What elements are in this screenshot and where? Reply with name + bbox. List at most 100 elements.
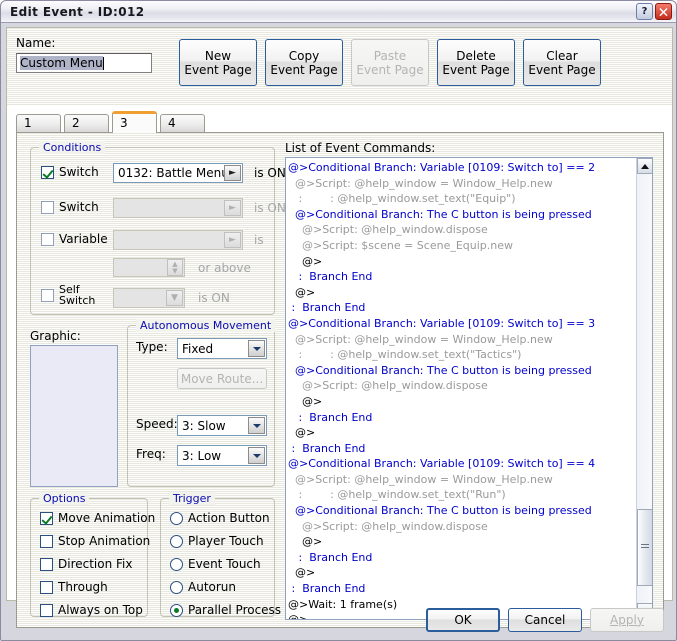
condition-variable-checkbox[interactable] xyxy=(41,232,54,246)
event-command-line[interactable]: @>Script: @help_window = Window_Help.new xyxy=(288,472,635,488)
option-direction-fix-checkbox[interactable] xyxy=(40,557,53,571)
event-command-line[interactable]: @>Conditional Branch: The C button is be… xyxy=(288,503,635,519)
event-command-line[interactable]: @> xyxy=(288,394,635,410)
event-command-line[interactable]: @>Conditional Branch: The C button is be… xyxy=(288,207,635,223)
ok-button[interactable]: OK xyxy=(426,607,500,632)
event-command-line[interactable]: @>Script: @help_window.dispose xyxy=(288,519,635,535)
event-command-line[interactable]: @> xyxy=(288,425,635,441)
copy-event-page-line2: Event Page xyxy=(270,62,338,77)
trigger-player-touch-radio[interactable] xyxy=(170,534,183,548)
option-stop-animation-checkbox[interactable] xyxy=(40,534,53,548)
condition-switch1-checkbox[interactable] xyxy=(41,165,54,179)
condition-switch1-suffix: is ON xyxy=(254,166,286,180)
clear-event-page-line2: Event Page xyxy=(528,62,596,77)
option-through-checkbox[interactable] xyxy=(40,580,53,594)
cancel-button-label: Cancel xyxy=(524,612,566,627)
event-command-line[interactable]: @>Script: @help_window.dispose xyxy=(288,378,635,394)
delete-event-page-line1: Delete xyxy=(456,48,496,63)
event-command-line[interactable]: @> xyxy=(288,254,635,270)
condition-switch2-checkbox[interactable] xyxy=(41,200,54,214)
event-page-tabs: 1 2 3 4 xyxy=(16,111,664,133)
tab-page-1[interactable]: 1 xyxy=(16,114,61,133)
trigger-action-button-radio[interactable] xyxy=(170,511,183,525)
spinner-updown-icon: ▲ ▼ xyxy=(167,259,183,276)
name-input[interactable]: Custom Menu xyxy=(16,53,152,73)
event-command-line[interactable]: @>Script: @help_window.dispose xyxy=(288,222,635,238)
event-command-line[interactable]: : Branch End xyxy=(288,300,635,316)
condition-selfswitch-chevron-down-icon: ▼ xyxy=(166,290,183,306)
event-command-line[interactable]: @>Script: @help_window = Window_Help.new xyxy=(288,176,635,192)
event-command-line[interactable]: : Branch End xyxy=(288,269,635,285)
option-move-animation-label: Move Animation xyxy=(58,511,156,525)
delete-event-page-line2: Event Page xyxy=(442,62,510,77)
chevron-down-icon[interactable] xyxy=(248,447,265,464)
event-command-line[interactable]: : Branch End xyxy=(288,581,635,597)
event-commands-list[interactable]: @>Conditional Branch: Variable [0109: Sw… xyxy=(285,157,653,620)
close-icon[interactable] xyxy=(655,3,672,20)
move-route-button: Move Route... xyxy=(177,368,267,389)
options-legend: Options xyxy=(39,492,90,505)
event-command-line[interactable]: : : @help_window.set_text("Tactics") xyxy=(288,347,635,363)
chevron-down-icon[interactable] xyxy=(248,340,265,357)
event-command-line[interactable]: @>Conditional Branch: The C button is be… xyxy=(288,363,635,379)
conditions-legend: Conditions xyxy=(39,141,106,154)
trigger-autorun-label: Autorun xyxy=(188,580,237,594)
condition-selfswitch-label: Self Switch xyxy=(59,283,96,307)
help-icon[interactable]: ? xyxy=(636,3,653,20)
movement-speed-select[interactable]: 3: Slow xyxy=(177,415,267,436)
paste-event-page-line2: Event Page xyxy=(356,62,424,77)
apply-button-label: Apply xyxy=(610,612,644,627)
scroll-up-button[interactable] xyxy=(637,158,652,174)
delete-event-page-button[interactable]: Delete Event Page xyxy=(437,39,515,86)
condition-selfswitch-checkbox[interactable] xyxy=(41,288,54,302)
scrollbar-track[interactable] xyxy=(637,174,652,603)
chevron-up-icon xyxy=(641,163,649,169)
name-input-value: Custom Menu xyxy=(20,56,103,70)
condition-selfswitch-combo: ▼ xyxy=(113,288,185,308)
event-command-line[interactable]: @> xyxy=(288,285,635,301)
event-command-line[interactable]: : Branch End xyxy=(288,550,635,566)
tab-page-2[interactable]: 2 xyxy=(64,114,109,133)
event-command-line[interactable]: : : @help_window.set_text("Run") xyxy=(288,487,635,503)
event-commands-scrollbar[interactable] xyxy=(636,158,652,619)
condition-switch2-suffix: is ON xyxy=(254,201,286,215)
chevron-down-icon[interactable] xyxy=(248,417,265,434)
ok-button-label: OK xyxy=(454,612,472,627)
event-command-line[interactable]: @>Script: @help_window = Window_Help.new xyxy=(288,332,635,348)
condition-switch2-label: Switch xyxy=(59,200,99,214)
new-event-page-button[interactable]: New Event Page xyxy=(179,39,257,86)
movement-type-value: Fixed xyxy=(182,341,214,356)
copy-event-page-button[interactable]: Copy Event Page xyxy=(265,39,343,86)
title-bar[interactable]: Edit Event - ID:012 ? xyxy=(1,1,676,23)
movement-freq-label: Freq: xyxy=(136,447,166,461)
trigger-event-touch-radio[interactable] xyxy=(170,557,183,571)
movement-type-select[interactable]: Fixed xyxy=(177,338,267,359)
tab-page-3[interactable]: 3 xyxy=(112,111,157,133)
event-command-line[interactable]: @>Conditional Branch: Variable [0109: Sw… xyxy=(288,160,635,176)
tab-page-4[interactable]: 4 xyxy=(160,114,205,133)
clear-event-page-button[interactable]: Clear Event Page xyxy=(523,39,601,86)
condition-switch1-combo[interactable]: 0132: Battle Menu ► xyxy=(113,163,243,183)
autonomous-movement-group: Autonomous Movement Type: Fixed Move Rou… xyxy=(127,319,276,487)
trigger-autorun-radio[interactable] xyxy=(170,580,183,594)
event-command-line[interactable]: @>Conditional Branch: Variable [0109: Sw… xyxy=(288,456,635,472)
event-command-line[interactable]: : Branch End xyxy=(288,410,635,426)
event-command-line[interactable]: @>Conditional Branch: Variable [0109: Sw… xyxy=(288,316,635,332)
clear-event-page-line1: Clear xyxy=(546,48,578,63)
scrollbar-thumb[interactable] xyxy=(637,508,652,586)
event-command-line[interactable]: @> xyxy=(288,565,635,581)
event-commands-label: List of Event Commands: xyxy=(285,141,436,155)
name-block: Name: Custom Menu xyxy=(16,36,166,73)
event-command-line[interactable]: : : @help_window.set_text("Equip") xyxy=(288,191,635,207)
event-command-line[interactable]: : Branch End xyxy=(288,441,635,457)
graphic-preview[interactable] xyxy=(30,345,118,487)
event-page-panel: Conditions Switch 0132: Battle Menu ► is… xyxy=(16,132,664,628)
condition-variable-suffix: is xyxy=(254,233,264,247)
movement-type-label: Type: xyxy=(136,340,168,354)
movement-freq-select[interactable]: 3: Low xyxy=(177,445,267,466)
event-command-line[interactable]: @> xyxy=(288,534,635,550)
option-move-animation-checkbox[interactable] xyxy=(40,511,53,525)
condition-switch1-browse-icon[interactable]: ► xyxy=(224,165,241,181)
cancel-button[interactable]: Cancel xyxy=(508,607,582,632)
event-command-line[interactable]: @>Script: $scene = Scene_Equip.new xyxy=(288,238,635,254)
